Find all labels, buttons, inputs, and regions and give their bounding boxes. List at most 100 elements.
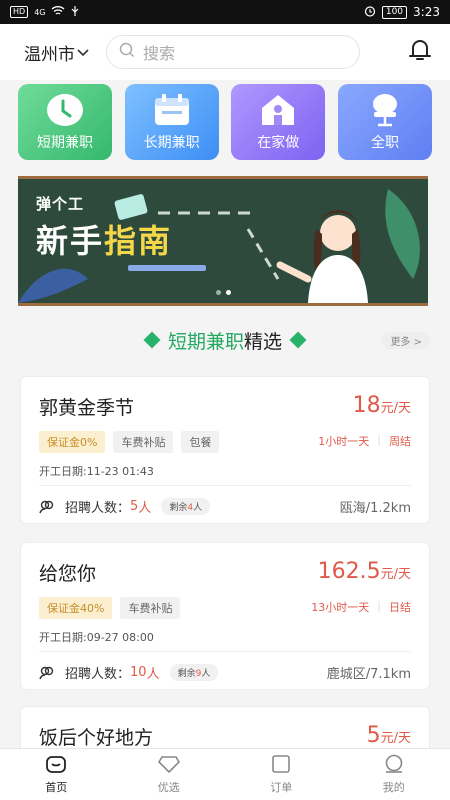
category-long-term[interactable]: 长期兼职: [124, 84, 219, 160]
profile-icon: [383, 754, 405, 777]
recruit-count: 10: [130, 665, 147, 680]
job-card[interactable]: 给您你 162.5元/天 保证金40% 车费补贴 13小时一天 | 日结 开工日…: [20, 542, 430, 690]
diamond-right-icon: [289, 331, 307, 349]
job-title: 郭黄金季节: [39, 397, 135, 419]
job-hours: 13小时一天: [311, 601, 370, 614]
status-time: 3:23: [413, 5, 440, 19]
remaining-label: 剩余: [177, 669, 196, 679]
divider: [39, 651, 411, 652]
tag-travel-subsidy: 车费补贴: [113, 431, 174, 453]
category-grid: 短期兼职 长期兼职 在家做 全职: [18, 84, 432, 160]
diamond-icon: [157, 754, 180, 777]
tag-deposit: 保证金0%: [39, 431, 106, 453]
job-footer: 招聘人数： 5人 剩余4人 瓯海/1.2km: [39, 497, 411, 516]
search-input[interactable]: 搜索: [106, 35, 360, 69]
alarm-icon: [364, 5, 376, 20]
status-bar: HD 4G 100 3:23: [0, 0, 450, 24]
category-work-from-home[interactable]: 在家做: [231, 84, 326, 160]
recruit-label: 招聘人数：: [65, 667, 131, 682]
job-pay: 5元/天: [367, 723, 411, 748]
carousel-dot[interactable]: [216, 290, 221, 295]
job-tags: 保证金40% 车费补贴: [39, 597, 181, 619]
category-short-term[interactable]: 短期兼职: [18, 84, 112, 160]
remaining-unit: 人: [193, 503, 203, 513]
job-title: 给您你: [39, 563, 97, 585]
category-label: 全职: [370, 135, 399, 151]
remaining-badge: 剩余9人: [169, 664, 219, 681]
job-settle: 日结: [389, 601, 411, 614]
chevron-down-icon: [77, 42, 89, 62]
remaining-badge: 剩余4人: [161, 498, 211, 515]
job-start-date: 开工日期:09-27 08:00: [39, 631, 154, 644]
people-icon: [39, 500, 55, 514]
pay-unit: 元/天: [380, 731, 411, 746]
section-title-rest: 精选: [244, 330, 283, 353]
search-icon: [119, 42, 135, 62]
battery-indicator: 100: [381, 5, 408, 19]
category-label: 长期兼职: [143, 135, 200, 151]
chair-icon: [363, 92, 407, 128]
job-footer: 招聘人数： 10 人 剩余9人 鹿城区/7.1km: [39, 663, 411, 682]
more-button[interactable]: 更多 >: [382, 332, 430, 349]
pay-value: 162.5: [317, 559, 381, 584]
section-title-highlight: 短期兼职: [167, 330, 244, 353]
category-full-time[interactable]: 全职: [337, 84, 432, 160]
section-title: 短期兼职精选: [168, 327, 282, 354]
separator: |: [377, 433, 381, 446]
pay-value: 18: [352, 393, 381, 418]
home-icon: [256, 92, 300, 128]
recruit-unit: 人: [138, 501, 152, 516]
pay-unit: 元/天: [380, 401, 411, 416]
banner-text: 弹个工 新手指南: [36, 193, 172, 262]
remaining-unit: 人: [201, 669, 211, 679]
city-selector[interactable]: 温州市: [24, 40, 100, 65]
tab-label: 我的: [382, 781, 405, 794]
city-label: 温州市: [24, 44, 75, 65]
tag-deposit: 保证金40%: [39, 597, 113, 619]
people-icon: [39, 666, 55, 680]
section-header: 短期兼职精选 更多 >: [0, 320, 450, 360]
job-tags: 保证金0% 车费补贴 包餐: [39, 431, 220, 453]
job-schedule: 13小时一天 | 日结: [311, 599, 411, 615]
signal-indicator: 4G: [34, 7, 46, 17]
recruit-label: 招聘人数：: [65, 501, 131, 516]
usb-icon: [71, 5, 79, 20]
remaining-label: 剩余: [169, 503, 188, 513]
job-schedule: 1小时一天 | 周结: [318, 433, 411, 449]
banner-headline-b: 指南: [104, 222, 173, 260]
calendar-icon: [150, 92, 194, 128]
recruit-unit: 人: [146, 667, 160, 682]
app-header: 温州市 搜索: [0, 24, 450, 80]
job-title: 饭后个好地方: [39, 727, 154, 749]
diamond-left-icon: [143, 331, 161, 349]
carousel-dot-active[interactable]: [226, 290, 231, 295]
carousel-dots[interactable]: [216, 290, 231, 295]
clock-icon: [43, 92, 87, 128]
banner-line1: 弹个工: [36, 195, 85, 213]
bell-icon: [408, 37, 432, 67]
wifi-icon: [51, 5, 65, 19]
search-placeholder: 搜索: [143, 44, 176, 63]
tab-home[interactable]: 首页: [0, 749, 113, 800]
banner-headline-a: 新手: [36, 222, 105, 260]
tab-profile[interactable]: 我的: [338, 749, 450, 800]
job-location: 瓯海/1.2km: [339, 501, 411, 516]
job-location: 鹿城区/7.1km: [326, 667, 411, 682]
pay-value: 5: [366, 723, 381, 748]
promo-banner[interactable]: 弹个工 新手指南: [18, 176, 428, 306]
tag-travel-subsidy: 车费补贴: [120, 597, 181, 619]
pay-unit: 元/天: [380, 567, 411, 582]
job-start-date: 开工日期:11-23 01:43: [39, 465, 154, 478]
job-card[interactable]: 郭黄金季节 18元/天 保证金0% 车费补贴 包餐 1小时一天 | 周结 开工日…: [20, 376, 430, 524]
recruit-count: 5: [130, 499, 139, 514]
job-pay: 18元/天: [353, 393, 411, 418]
notification-button[interactable]: [402, 34, 438, 70]
job-settle: 周结: [389, 435, 411, 448]
bottom-tab-bar: 首页 优选 订单 我的: [0, 748, 450, 800]
banner-headline: 新手指南: [36, 216, 172, 262]
tab-orders[interactable]: 订单: [225, 749, 338, 800]
category-label: 短期兼职: [37, 135, 93, 151]
category-label: 在家做: [257, 135, 300, 151]
tab-featured[interactable]: 优选: [113, 749, 226, 800]
tab-label: 订单: [270, 781, 293, 794]
